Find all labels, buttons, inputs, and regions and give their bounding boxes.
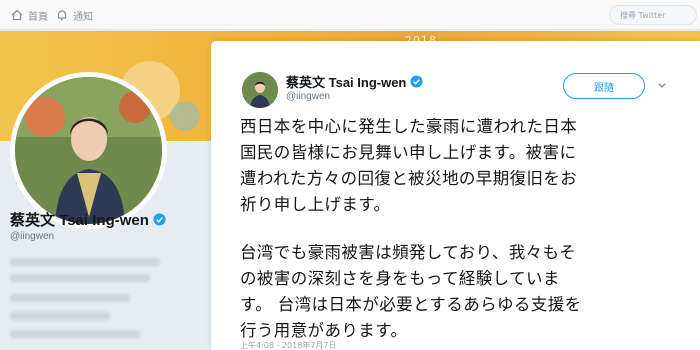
- profile-name: 蔡英文 Tsai Ing-wen: [10, 209, 166, 230]
- tweet-timestamp[interactable]: 上午4:08 - 2018年7月7日: [240, 340, 336, 350]
- verified-badge-icon: [410, 75, 423, 88]
- bell-icon: [57, 10, 67, 21]
- search-input[interactable]: 搜尋 Twitter: [609, 5, 697, 25]
- tweet-text-line: す。 台湾は日本が必要とするあらゆる支援を: [240, 295, 582, 314]
- tweet-avatar[interactable]: [242, 72, 278, 108]
- verified-badge-icon: [153, 213, 166, 226]
- nav-notifications[interactable]: 通知: [55, 7, 93, 23]
- follow-button[interactable]: 跟隨: [563, 73, 645, 99]
- blurred-bio-line: [10, 258, 160, 266]
- home-icon: [11, 9, 23, 21]
- chevron-down-icon[interactable]: [656, 79, 668, 91]
- tweet-text-line: 西日本を中心に発生した豪雨に遭われた日本: [240, 117, 578, 136]
- tweet-text-line: 台湾でも豪雨被害は頻発しており、我々もそ: [240, 243, 577, 262]
- tweet-text-line: の被害の深刻さを身をもって経験していま: [240, 269, 560, 288]
- tweet-author-handle: @iingwen: [286, 91, 331, 102]
- profile-avatar[interactable]: [10, 72, 167, 229]
- tweet-avatar-photo: [242, 72, 278, 108]
- tweet-text-line: 遭われた方々の回復と被災地の早期復旧をお: [240, 169, 578, 188]
- nav-notifications-label: 通知: [73, 11, 93, 23]
- tweet-text-line: 国民の皆様にお見舞い申し上げます。被害に: [240, 143, 577, 162]
- tweet-text: 西日本を中心に発生した豪雨に遭われた日本 国民の皆様にお見舞い申し上げます。被害…: [240, 114, 680, 344]
- profile-name-text: 蔡英文 Tsai Ing-wen: [10, 212, 149, 229]
- blurred-bio-line: [10, 330, 140, 338]
- tweet-author-name[interactable]: 蔡英文 Tsai Ing-wen: [286, 72, 423, 91]
- avatar-photo: [15, 77, 162, 224]
- blurred-bio-line: [10, 312, 110, 320]
- blurred-bio-line: [10, 294, 130, 302]
- tweet-text-line: 祈り申し上げます。: [240, 195, 391, 214]
- tweet-card: 蔡英文 Tsai Ing-wen @iingwen 跟隨 西日本を中心に発生した…: [211, 41, 700, 350]
- nav-home-label: 首頁: [28, 11, 48, 23]
- banner-decoration: [170, 101, 200, 131]
- top-navigation-bar: 首頁 通知 搜尋 Twitter: [0, 0, 700, 30]
- nav-home[interactable]: 首頁: [10, 7, 48, 23]
- profile-handle: @iingwen: [10, 231, 55, 242]
- tweet-author-name-text: 蔡英文 Tsai Ing-wen: [286, 75, 407, 90]
- blurred-bio-line: [10, 274, 150, 282]
- search-placeholder: 搜尋 Twitter: [620, 11, 666, 20]
